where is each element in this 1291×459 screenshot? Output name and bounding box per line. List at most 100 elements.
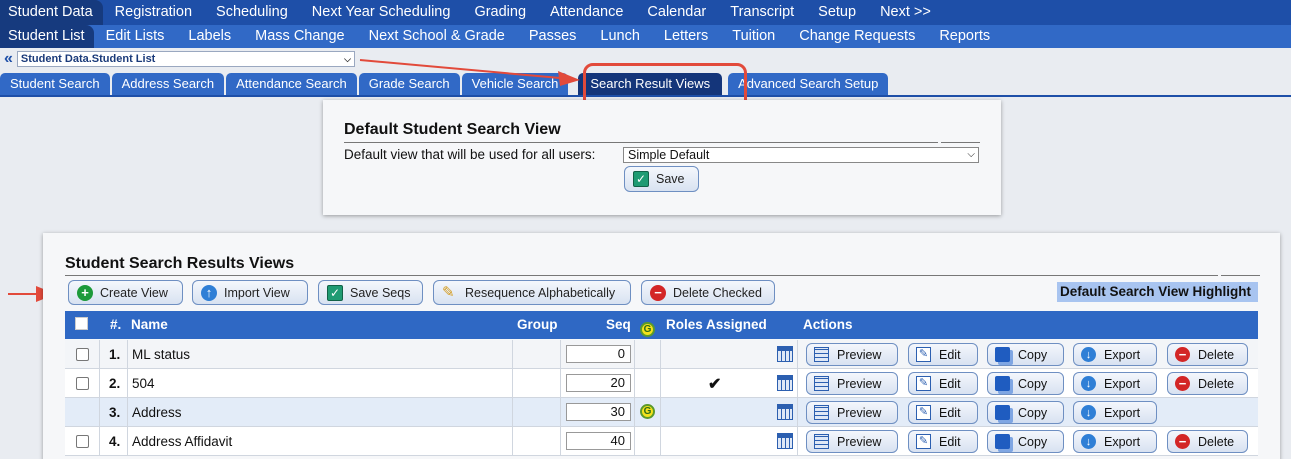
delete-icon: − [650, 284, 666, 301]
copy-button[interactable]: Copy [987, 401, 1064, 424]
preview-grid-icon [814, 347, 829, 362]
column-header-group[interactable]: Group [517, 317, 558, 332]
copy-label: Copy [1018, 376, 1048, 391]
sub-nav-letters[interactable]: Letters [652, 25, 720, 48]
global-g-icon: G [640, 322, 655, 337]
export-button[interactable]: ↓ Export [1073, 401, 1157, 424]
default-view-title: Default Student Search View [344, 121, 561, 138]
top-nav-next[interactable]: Next >> [868, 0, 943, 25]
seq-input[interactable]: 40 [566, 432, 631, 450]
edit-label: Edit [939, 434, 961, 449]
export-label: Export [1104, 347, 1141, 362]
edit-button[interactable]: ✎ Edit [908, 343, 978, 366]
top-nav-setup[interactable]: Setup [806, 0, 868, 25]
preview-button[interactable]: Preview [806, 401, 898, 424]
sub-nav-next-school-grade[interactable]: Next School & Grade [357, 25, 517, 48]
delete-label: Delete [1198, 376, 1235, 391]
top-nav-next-year-scheduling[interactable]: Next Year Scheduling [300, 0, 463, 25]
seq-input[interactable]: 30 [566, 403, 631, 421]
column-header-roles[interactable]: Roles Assigned [666, 317, 767, 332]
seq-input[interactable]: 20 [566, 374, 631, 392]
delete-button[interactable]: − Delete [1167, 372, 1248, 395]
select-all-checkbox[interactable] [75, 317, 88, 330]
tab-address-search[interactable]: Address Search [111, 73, 225, 95]
export-button[interactable]: ↓ Export [1073, 343, 1157, 366]
tab-advanced-search-setup[interactable]: Advanced Search Setup [728, 73, 889, 95]
delete-icon: − [1175, 434, 1190, 449]
tab-student-search[interactable]: Student Search [0, 73, 110, 95]
resequence-button[interactable]: ✎ Resequence Alphabetically [433, 280, 631, 305]
delete-checked-button[interactable]: − Delete Checked [641, 280, 775, 305]
results-title-divider-right [1221, 275, 1260, 276]
copy-button[interactable]: Copy [987, 372, 1064, 395]
edit-pencil-icon: ✎ [916, 434, 931, 449]
edit-button[interactable]: ✎ Edit [908, 430, 978, 453]
sub-nav-reports[interactable]: Reports [927, 25, 1002, 48]
calendar-icon[interactable] [777, 404, 793, 420]
preview-label: Preview [837, 405, 882, 420]
delete-button[interactable]: − Delete [1167, 343, 1248, 366]
export-button[interactable]: ↓ Export [1073, 372, 1157, 395]
copy-button[interactable]: Copy [987, 430, 1064, 453]
preview-label: Preview [837, 347, 882, 362]
table-row: 1. ML status 0 Preview ✎ Edit Copy ↓ Expor… [65, 340, 1258, 369]
tab-vehicle-search[interactable]: Vehicle Search [461, 73, 569, 95]
tab-attendance-search[interactable]: Attendance Search [226, 73, 357, 95]
edit-label: Edit [939, 376, 961, 391]
edit-button[interactable]: ✎ Edit [908, 372, 978, 395]
preview-button[interactable]: Preview [806, 430, 898, 453]
edit-button[interactable]: ✎ Edit [908, 401, 978, 424]
default-view-select[interactable]: Simple Default ⌵ [623, 147, 979, 163]
calendar-icon[interactable] [777, 375, 793, 391]
create-view-label: Create View [100, 285, 168, 300]
results-title-divider [65, 275, 1218, 276]
table-row: 4. Address Affidavit 40 Preview ✎ Edit Co… [65, 427, 1258, 456]
create-view-button[interactable]: + Create View [68, 280, 183, 305]
top-nav-scheduling[interactable]: Scheduling [204, 0, 300, 25]
chevron-down-icon: ⌵ [344, 54, 351, 64]
top-nav-registration[interactable]: Registration [103, 0, 204, 25]
sub-nav-labels[interactable]: Labels [176, 25, 243, 48]
edit-label: Edit [939, 347, 961, 362]
preview-button[interactable]: Preview [806, 372, 898, 395]
top-nav-student-data[interactable]: Student Data [0, 0, 103, 25]
preview-grid-icon [814, 405, 829, 420]
save-seqs-label: Save Seqs [350, 285, 411, 300]
top-nav-transcript[interactable]: Transcript [718, 0, 806, 25]
column-header-seq[interactable]: Seq [606, 317, 631, 332]
sub-nav-tuition[interactable]: Tuition [720, 25, 787, 48]
results-table-header: #. Name Group Seq G Roles Assigned Actio… [65, 311, 1258, 339]
tab-grade-search[interactable]: Grade Search [358, 73, 460, 95]
title-divider-right [941, 142, 980, 143]
sub-nav-passes[interactable]: Passes [517, 25, 589, 48]
seq-input[interactable]: 0 [566, 345, 631, 363]
breadcrumb: « Student Data.Student List ⌵ [0, 49, 355, 69]
top-nav-calendar[interactable]: Calendar [635, 0, 718, 25]
sub-nav-student-list[interactable]: Student List [0, 25, 94, 48]
calendar-icon[interactable] [777, 346, 793, 362]
sub-nav-mass-change[interactable]: Mass Change [243, 25, 356, 48]
export-button[interactable]: ↓ Export [1073, 430, 1157, 453]
collapse-chevron-icon[interactable]: « [4, 50, 13, 68]
edit-label: Edit [939, 405, 961, 420]
save-default-button[interactable]: ✓ Save [624, 166, 699, 192]
edit-pencil-icon: ✎ [916, 405, 931, 420]
import-view-button[interactable]: ↑ Import View [192, 280, 308, 305]
save-seqs-button[interactable]: ✓ Save Seqs [318, 280, 423, 305]
sub-nav-lunch[interactable]: Lunch [588, 25, 652, 48]
top-nav-grading[interactable]: Grading [462, 0, 538, 25]
page-select[interactable]: Student Data.Student List ⌵ [16, 51, 355, 67]
upload-arrow-icon: ↑ [201, 284, 217, 301]
calendar-icon[interactable] [777, 433, 793, 449]
download-arrow-icon: ↓ [1081, 347, 1096, 362]
delete-button[interactable]: − Delete [1167, 430, 1248, 453]
top-nav-attendance[interactable]: Attendance [538, 0, 635, 25]
sub-nav-edit-lists[interactable]: Edit Lists [94, 25, 177, 48]
column-header-name[interactable]: Name [131, 317, 168, 332]
copy-button[interactable]: Copy [987, 343, 1064, 366]
table-row-default-highlighted: 3. Address 30 G Preview ✎ Edit Copy ↓ Expo… [65, 398, 1258, 427]
edit-pencil-icon: ✎ [916, 376, 931, 391]
export-label: Export [1104, 434, 1141, 449]
preview-button[interactable]: Preview [806, 343, 898, 366]
sub-nav-change-requests[interactable]: Change Requests [787, 25, 927, 48]
